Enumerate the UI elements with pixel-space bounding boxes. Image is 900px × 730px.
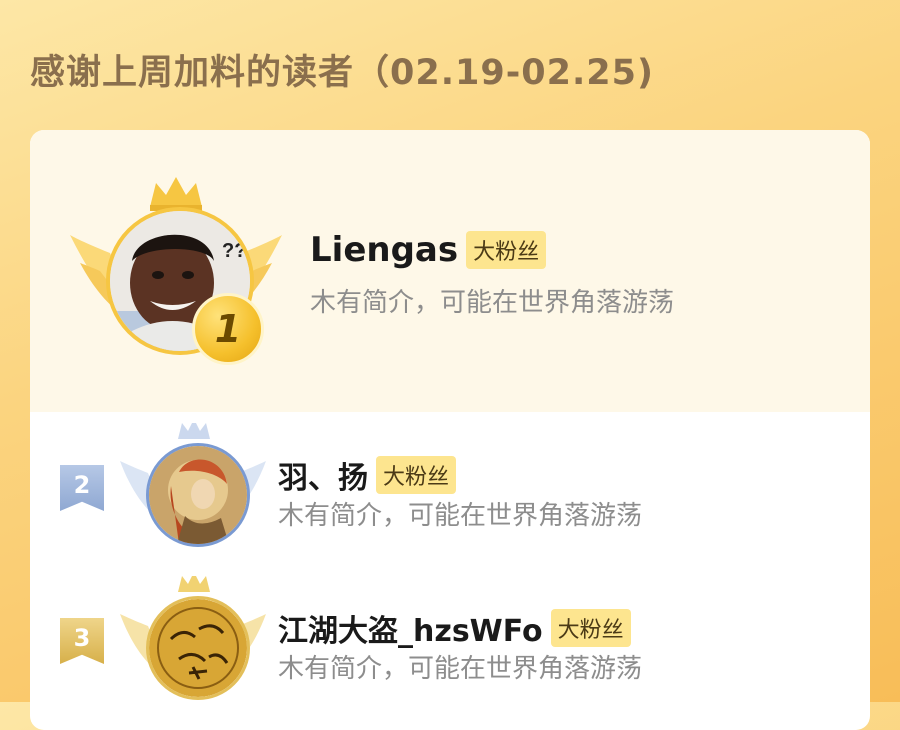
- page-title: 感谢上周加料的读者（02.19-02.25): [30, 53, 654, 93]
- fan-level-badge: 大粉丝: [550, 609, 631, 647]
- fan-level-badge: 大粉丝: [376, 456, 457, 494]
- top-reader-description: 木有简介，可能在世界角落游荡: [310, 288, 675, 318]
- leaderboard-card: ?? 1 Liengas 大粉丝 木有简介，可能在世界角落游荡 2 羽、扬 大粉…: [30, 130, 870, 730]
- reader-row-3[interactable]: 3 江湖大盗_hzsWFo 大粉丝 木有简介，可能在世界角落游荡: [30, 570, 870, 720]
- reader-row-2[interactable]: 2 羽、扬 大粉丝 木有简介，可能在世界角落游荡: [30, 415, 870, 565]
- reader-3-description: 木有简介，可能在世界角落游荡: [278, 654, 643, 684]
- top-reader-name[interactable]: Liengas: [310, 230, 458, 270]
- reader-2-name-row: 羽、扬 大粉丝: [278, 453, 457, 497]
- reader-2-description: 木有简介，可能在世界角落游荡: [278, 501, 643, 531]
- reader-3-avatar[interactable]: [146, 596, 250, 700]
- reader-3-name[interactable]: 江湖大盗_hzsWFo: [278, 606, 543, 650]
- art-portrait-icon: [149, 446, 247, 544]
- reader-2-name[interactable]: 羽、扬: [278, 453, 368, 497]
- rank-1-badge: 1: [192, 293, 264, 365]
- calligraphy-coin-icon: [149, 599, 247, 697]
- svg-text:??: ??: [222, 240, 246, 262]
- fan-level-badge: 大粉丝: [466, 231, 547, 269]
- rank-3-ribbon: 3: [60, 618, 104, 664]
- reader-3-avatar-frame[interactable]: [118, 576, 268, 716]
- rank-2-ribbon: 2: [60, 465, 104, 511]
- reader-2-avatar[interactable]: [146, 443, 250, 547]
- reader-3-name-row: 江湖大盗_hzsWFo 大粉丝: [278, 606, 631, 650]
- top-reader-avatar-frame[interactable]: ?? 1: [70, 175, 290, 375]
- top-reader-name-row: Liengas 大粉丝: [310, 230, 547, 270]
- top-reader-section[interactable]: ?? 1 Liengas 大粉丝 木有简介，可能在世界角落游荡: [30, 130, 870, 412]
- reader-2-avatar-frame[interactable]: [118, 423, 268, 563]
